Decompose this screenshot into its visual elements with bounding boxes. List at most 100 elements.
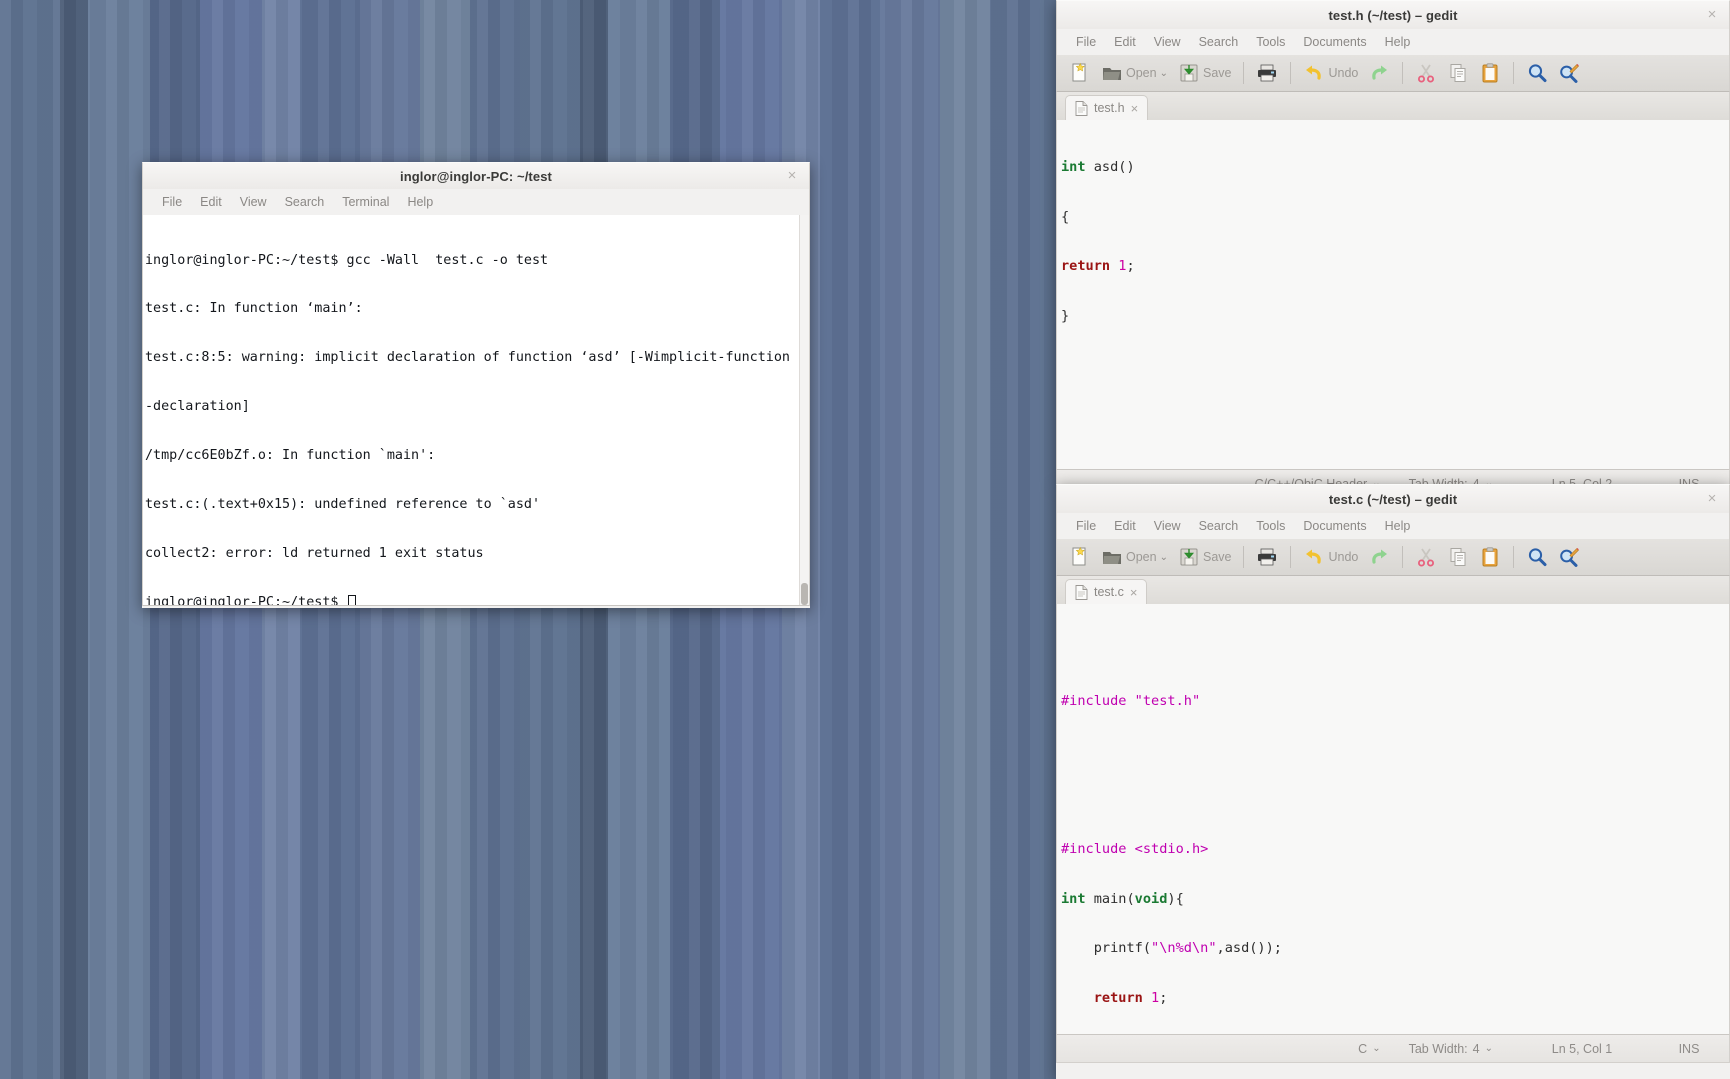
paste-button[interactable]: [1475, 542, 1505, 572]
terminal-line: test.c:(.text+0x15): undefined reference…: [145, 497, 541, 513]
code-token: ;: [1159, 989, 1168, 1006]
menu-item-tools[interactable]: Tools: [1247, 517, 1294, 535]
terminal-scrollbar-thumb[interactable]: [801, 583, 808, 605]
terminal-titlebar[interactable]: inglor@inglor-PC: ~/test ×: [142, 162, 810, 189]
code-token-keyword: return: [1061, 989, 1143, 1006]
menu-item-view[interactable]: View: [1145, 517, 1190, 535]
menu-item-help[interactable]: Help: [1376, 517, 1420, 535]
paste-button[interactable]: [1475, 58, 1505, 88]
chevron-down-icon[interactable]: ⌄: [1160, 68, 1168, 79]
print-icon: [1256, 546, 1278, 568]
new-document-button[interactable]: [1065, 58, 1095, 88]
terminal-line: collect2: error: ld returned 1 exit stat…: [145, 545, 484, 561]
terminal-line: -declaration]: [145, 399, 250, 415]
save-icon: [1178, 62, 1200, 84]
code-token-string: <stdio.h>: [1126, 841, 1209, 857]
copy-button[interactable]: [1443, 542, 1473, 572]
undo-label: Undo: [1328, 66, 1359, 80]
find-button[interactable]: [1522, 542, 1552, 572]
tab-width-selector[interactable]: Tab Width: 4 ⌄: [1395, 1042, 1507, 1056]
code-token-preprocessor: #include: [1061, 692, 1127, 709]
gedit-c-tabstrip[interactable]: test.c ×: [1056, 576, 1730, 604]
tab-test-c[interactable]: test.c ×: [1065, 579, 1148, 604]
open-button[interactable]: Open ⌄: [1097, 58, 1172, 88]
gedit-h-tabstrip[interactable]: test.h ×: [1056, 92, 1730, 120]
open-folder-icon: [1101, 62, 1123, 84]
menu-item-edit[interactable]: Edit: [1105, 33, 1145, 51]
document-icon: [1075, 584, 1088, 600]
menu-item-help[interactable]: Help: [398, 193, 442, 211]
menu-item-tools[interactable]: Tools: [1247, 33, 1294, 51]
print-button[interactable]: [1252, 542, 1282, 572]
toolbar-separator: [1243, 546, 1245, 568]
gedit-h-close-button[interactable]: ×: [1704, 7, 1720, 23]
gedit-window-test-c[interactable]: test.c (~/test) – gedit × File Edit View…: [1056, 484, 1730, 1079]
save-label: Save: [1202, 550, 1232, 564]
redo-button[interactable]: [1364, 542, 1394, 572]
terminal-menubar[interactable]: File Edit View Search Terminal Help: [142, 189, 810, 215]
tab-close-icon[interactable]: ×: [1130, 585, 1138, 600]
undo-button[interactable]: Undo: [1299, 58, 1362, 88]
gedit-h-menubar[interactable]: File Edit View Search Tools Documents He…: [1056, 29, 1730, 55]
gedit-h-toolbar[interactable]: Open ⌄ Save Undo: [1056, 55, 1730, 92]
gedit-c-titlebar[interactable]: test.c (~/test) – gedit ×: [1056, 484, 1730, 513]
terminal-scrollbar[interactable]: [799, 215, 809, 605]
menu-item-documents[interactable]: Documents: [1294, 517, 1375, 535]
gedit-h-editor[interactable]: int asd() { return 1; }: [1056, 120, 1730, 469]
open-button[interactable]: Open ⌄: [1097, 542, 1172, 572]
new-document-icon: [1069, 62, 1091, 84]
gedit-c-editor[interactable]: #include "test.h" #include <stdio.h> int…: [1056, 604, 1730, 1034]
new-document-button[interactable]: [1065, 542, 1095, 572]
menu-item-edit[interactable]: Edit: [191, 193, 231, 211]
save-button[interactable]: Save: [1174, 58, 1236, 88]
tab-test-h[interactable]: test.h ×: [1065, 95, 1149, 120]
language-selector[interactable]: C ⌄: [1344, 1042, 1394, 1056]
redo-button[interactable]: [1364, 58, 1394, 88]
replace-button[interactable]: [1554, 542, 1584, 572]
code-token: printf(: [1061, 940, 1152, 956]
gedit-c-close-button[interactable]: ×: [1704, 491, 1720, 507]
cut-button[interactable]: [1411, 542, 1441, 572]
gedit-c-toolbar[interactable]: Open ⌄ Save Undo: [1056, 539, 1730, 576]
code-token-keyword: int: [1061, 890, 1086, 907]
menu-item-search[interactable]: Search: [1190, 517, 1248, 535]
menu-item-edit[interactable]: Edit: [1105, 517, 1145, 535]
print-button[interactable]: [1252, 58, 1282, 88]
gedit-c-menubar[interactable]: File Edit View Search Tools Documents He…: [1056, 513, 1730, 539]
cut-scissors-icon: [1415, 62, 1437, 84]
tab-close-icon[interactable]: ×: [1131, 101, 1139, 116]
open-label: Open: [1126, 550, 1157, 564]
cut-button[interactable]: [1411, 58, 1441, 88]
gedit-h-titlebar[interactable]: test.h (~/test) – gedit ×: [1056, 0, 1730, 29]
open-label: Open: [1126, 66, 1157, 80]
undo-button[interactable]: Undo: [1299, 542, 1362, 572]
menu-item-view[interactable]: View: [231, 193, 276, 211]
gedit-window-test-h[interactable]: test.h (~/test) – gedit × File Edit View…: [1056, 0, 1730, 498]
copy-button[interactable]: [1443, 58, 1473, 88]
chevron-down-icon[interactable]: ⌄: [1160, 552, 1168, 563]
code-token: ){: [1167, 890, 1184, 907]
menu-item-documents[interactable]: Documents: [1294, 33, 1375, 51]
tab-label: test.c: [1094, 585, 1124, 599]
code-token-keyword: void: [1134, 890, 1168, 907]
terminal-line: test.c: In function ‘main’:: [145, 301, 363, 317]
toolbar-separator: [1402, 62, 1404, 84]
save-button[interactable]: Save: [1174, 542, 1236, 572]
menu-item-search[interactable]: Search: [1190, 33, 1248, 51]
terminal-body[interactable]: inglor@inglor-PC:~/test$ gcc -Wall test.…: [142, 215, 810, 606]
menu-item-file[interactable]: File: [1067, 517, 1105, 535]
menu-item-help[interactable]: Help: [1376, 33, 1420, 51]
paste-clipboard-icon: [1479, 62, 1501, 84]
code-line: #include <stdio.h>: [1061, 841, 1729, 858]
menu-item-search[interactable]: Search: [276, 193, 334, 211]
menu-item-file[interactable]: File: [153, 193, 191, 211]
terminal-close-button[interactable]: ×: [784, 168, 800, 184]
menu-item-file[interactable]: File: [1067, 33, 1105, 51]
find-replace-icon: [1558, 62, 1580, 84]
terminal-window[interactable]: inglor@inglor-PC: ~/test × File Edit Vie…: [142, 162, 810, 608]
find-button[interactable]: [1522, 58, 1552, 88]
menu-item-view[interactable]: View: [1145, 33, 1190, 51]
menu-item-terminal[interactable]: Terminal: [333, 193, 398, 211]
replace-button[interactable]: [1554, 58, 1584, 88]
code-token: ;: [1126, 258, 1135, 274]
